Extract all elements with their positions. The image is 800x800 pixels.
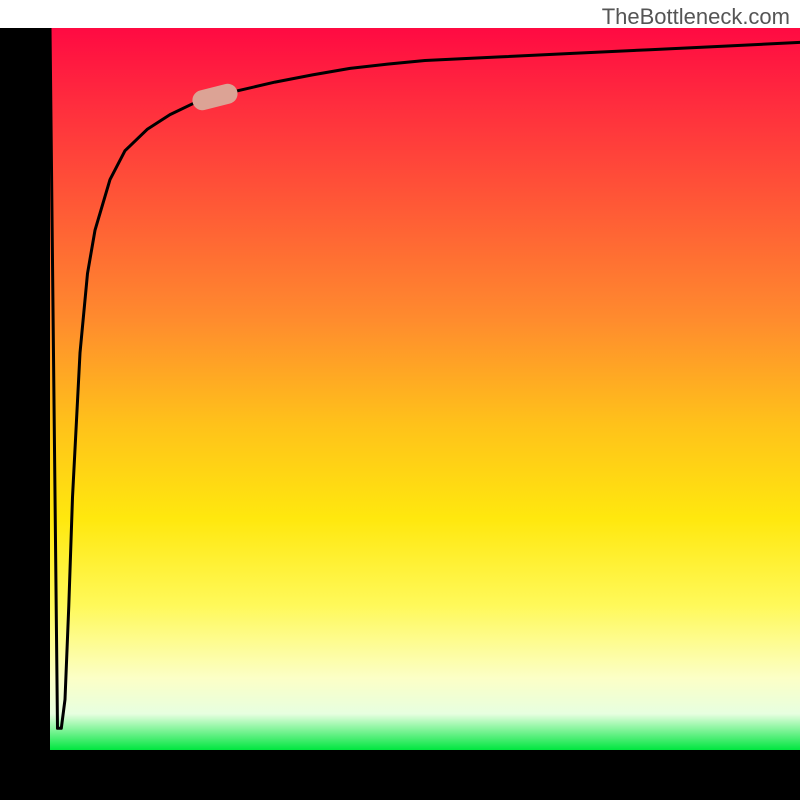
attribution-text: TheBottleneck.com xyxy=(602,4,790,30)
y-axis xyxy=(0,28,50,750)
x-axis xyxy=(0,750,800,800)
chart-frame xyxy=(0,28,800,800)
bottleneck-curve xyxy=(50,28,800,728)
curve-svg xyxy=(50,28,800,750)
plot-area xyxy=(50,28,800,750)
